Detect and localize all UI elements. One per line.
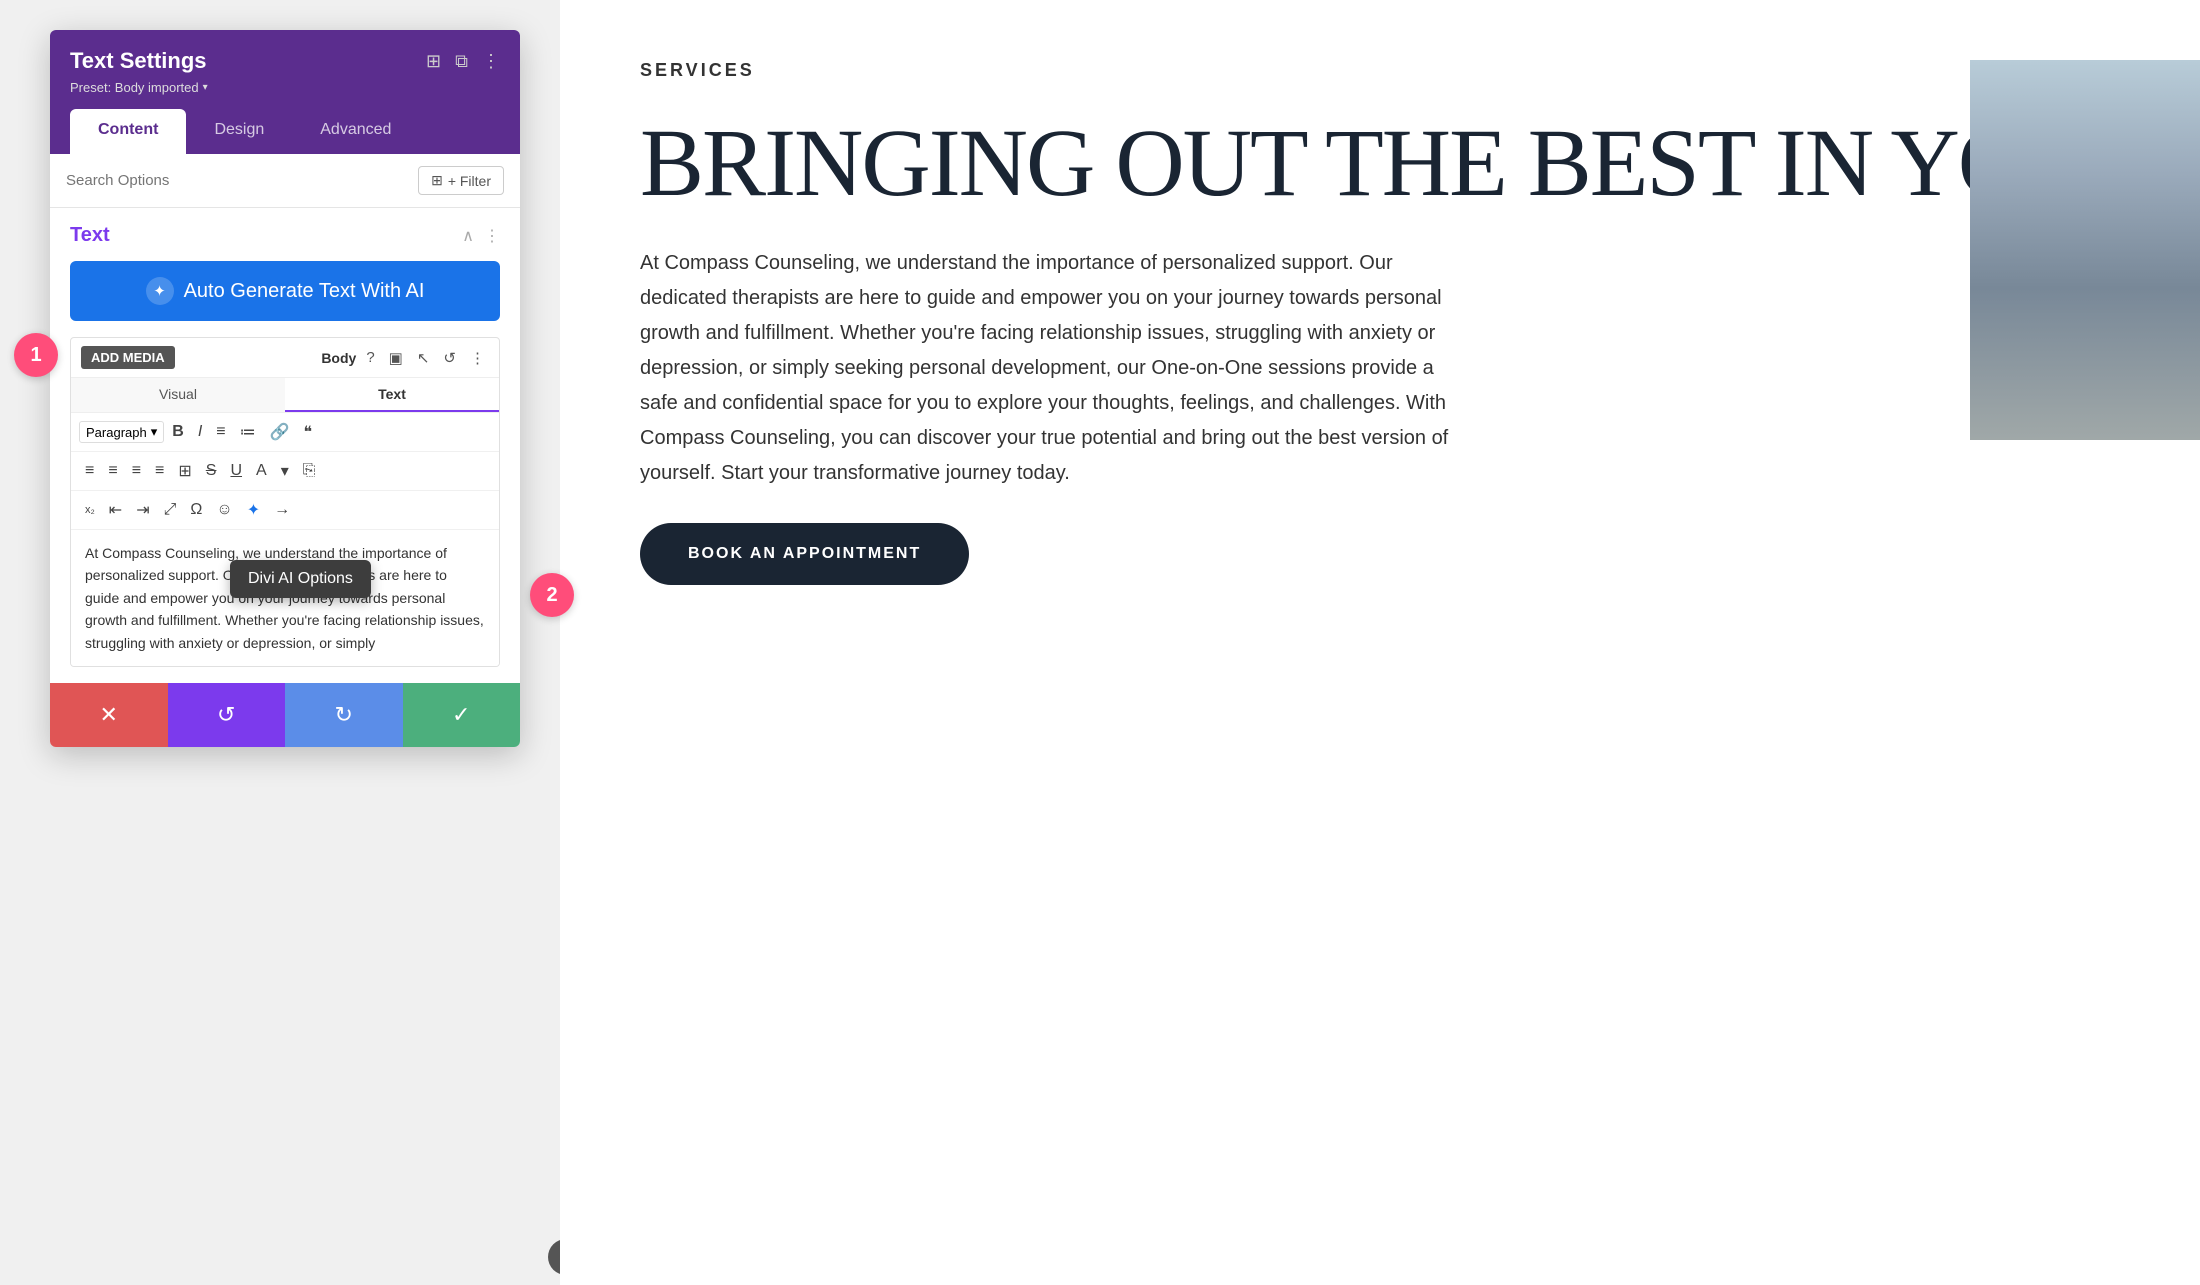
thumbnail-inner: [1970, 60, 2200, 440]
step-badge-1: 1: [14, 333, 58, 377]
preset-arrow-icon[interactable]: ▾: [203, 82, 208, 93]
filter-icon: ⊞: [431, 172, 443, 189]
thumbnail-image: [1970, 60, 2200, 440]
collapse-icon[interactable]: ∧: [462, 226, 474, 246]
align-center-button[interactable]: ≡: [102, 459, 123, 483]
add-media-button[interactable]: ADD MEDIA: [81, 346, 175, 369]
tab-design[interactable]: Design: [186, 109, 292, 154]
table-button[interactable]: ⊞: [172, 458, 197, 484]
ordered-list-button[interactable]: ≔: [234, 419, 262, 445]
panel-tabs: Content Design Advanced: [70, 109, 500, 154]
paragraph-arrow-icon: ▾: [151, 424, 158, 440]
undo-button[interactable]: ↺: [168, 683, 286, 747]
search-input[interactable]: [66, 172, 410, 189]
format-toolbar-row3: ≡ ≡ ≡ ≡ ⊞ S U A ▾ ⎘: [71, 452, 499, 491]
fullscreen-button[interactable]: ⤢: [158, 498, 183, 522]
tab-visual[interactable]: Visual: [71, 378, 285, 412]
text-color-button[interactable]: A: [250, 459, 273, 483]
ai-icon: ✦: [146, 277, 174, 305]
panel-header-icons: ⊞ ⧉ ⋮: [426, 51, 500, 72]
editor-tab-row: Visual Text: [71, 378, 499, 413]
panel-wrapper: 1 Text Settings ⊞ ⧉ ⋮ Preset: Body impor…: [0, 0, 560, 1285]
section-header: Text ∧ ⋮: [70, 224, 500, 247]
toolbar-row1: ADD MEDIA Body ? ▣ ↖ ↺ ⋮: [71, 338, 499, 378]
indent-right-button[interactable]: ⇥: [130, 497, 155, 523]
more-formats-button[interactable]: →: [268, 498, 296, 522]
content-area: SERVICES BRINGING OUT THE BEST IN YOU At…: [560, 0, 2200, 1285]
align-justify-button[interactable]: ≡: [149, 459, 170, 483]
text-section: Text ∧ ⋮ ✦ Auto Generate Text With AI AD…: [50, 208, 520, 683]
cancel-button[interactable]: ✕: [50, 683, 168, 747]
panel-preset: Preset: Body imported ▾: [70, 80, 500, 95]
divi-ai-options-tooltip: Divi AI Options: [230, 560, 371, 598]
format-toolbar-row4: x₂ ⇤ ⇥ ⤢ Ω ☺ ✦ →: [71, 491, 499, 530]
toolbar-cursor-icon[interactable]: ↖: [413, 347, 434, 369]
tab-advanced[interactable]: Advanced: [292, 109, 419, 154]
settings-panel: Text Settings ⊞ ⧉ ⋮ Preset: Body importe…: [50, 30, 520, 747]
text-color-arrow-icon[interactable]: ▾: [275, 458, 295, 484]
strikethrough-button[interactable]: S: [200, 459, 223, 483]
body-text: At Compass Counseling, we understand the…: [640, 246, 1460, 491]
unordered-list-button[interactable]: ≡: [210, 420, 231, 444]
focus-icon[interactable]: ⊞: [426, 51, 441, 72]
action-bar: ✕ ↺ ↻ ✓: [50, 683, 520, 747]
panel-title: Text Settings: [70, 48, 207, 74]
paste-button[interactable]: ⎘: [297, 459, 322, 483]
bold-button[interactable]: B: [166, 420, 190, 444]
tab-content[interactable]: Content: [70, 109, 186, 154]
toolbar-undo-icon[interactable]: ↺: [439, 347, 460, 369]
ai-generate-button[interactable]: ✦ Auto Generate Text With AI: [70, 261, 500, 321]
toolbar-device-icon[interactable]: ▣: [385, 347, 407, 369]
tab-text[interactable]: Text: [285, 378, 499, 412]
redo-button[interactable]: ↻: [285, 683, 403, 747]
special-chars-button[interactable]: Ω: [184, 498, 208, 522]
search-bar: ⊞ + Filter: [50, 154, 520, 208]
toolbar-body-label: Body: [321, 350, 356, 366]
align-right-button[interactable]: ≡: [126, 459, 147, 483]
blockquote-button[interactable]: ❝: [298, 419, 319, 445]
toolbar-help-icon[interactable]: ?: [362, 347, 378, 368]
section-header-icons: ∧ ⋮: [462, 226, 500, 246]
more-options-icon[interactable]: ⋮: [482, 51, 500, 72]
step-badge-2: 2: [530, 573, 574, 617]
panel-header: Text Settings ⊞ ⧉ ⋮ Preset: Body importe…: [50, 30, 520, 154]
italic-button[interactable]: I: [192, 420, 208, 444]
paragraph-select[interactable]: Paragraph ▾: [79, 421, 164, 443]
save-button[interactable]: ✓: [403, 683, 521, 747]
indent-left-button[interactable]: ⇤: [103, 497, 128, 523]
toolbar-more-icon[interactable]: ⋮: [466, 347, 489, 369]
link-button[interactable]: 🔗: [264, 419, 296, 445]
emoji-button[interactable]: ☺: [210, 498, 238, 522]
subscript-button[interactable]: x₂: [79, 501, 101, 519]
align-left-button[interactable]: ≡: [79, 459, 100, 483]
editor-toolbar: ADD MEDIA Body ? ▣ ↖ ↺ ⋮ Visual Text: [70, 337, 500, 667]
services-label: SERVICES: [640, 60, 2120, 81]
format-toolbar-row2: Paragraph ▾ B I ≡ ≔ 🔗 ❝: [71, 413, 499, 452]
filter-button[interactable]: ⊞ + Filter: [418, 166, 504, 195]
expand-icon[interactable]: ⧉: [455, 51, 468, 72]
underline-button[interactable]: U: [224, 459, 248, 483]
section-more-icon[interactable]: ⋮: [484, 226, 500, 246]
section-title: Text: [70, 224, 110, 247]
book-appointment-button[interactable]: BOOK AN APPOINTMENT: [640, 523, 969, 585]
ai-inline-button[interactable]: ✦: [241, 497, 266, 523]
panel-header-top: Text Settings ⊞ ⧉ ⋮: [70, 48, 500, 74]
headline: BRINGING OUT THE BEST IN YOU: [640, 113, 2120, 214]
